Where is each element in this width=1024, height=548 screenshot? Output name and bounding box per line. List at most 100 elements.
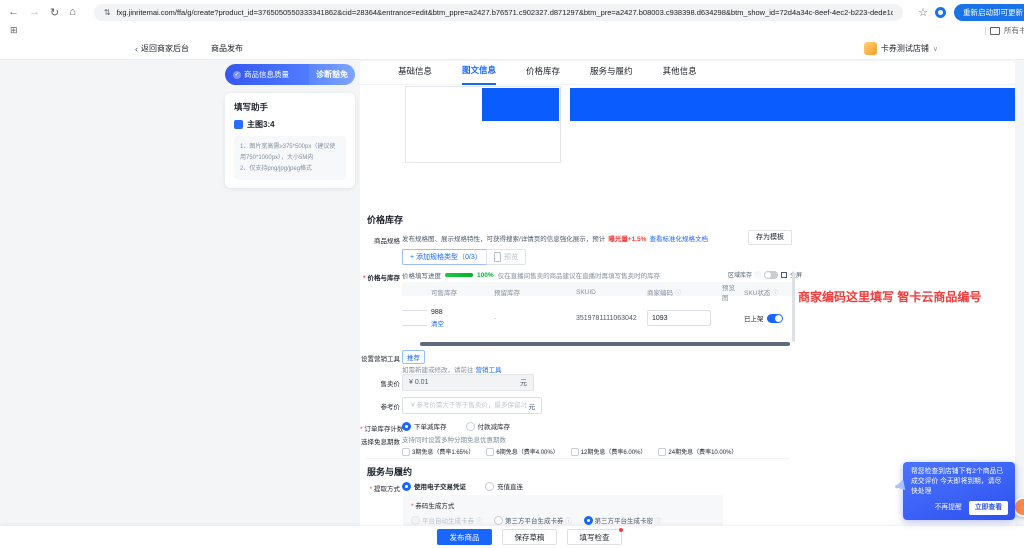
sku-status-toggle[interactable] — [767, 314, 783, 323]
helper-item-main-image[interactable]: 主图3:4 — [234, 119, 346, 130]
fullscreen-icon[interactable] — [781, 272, 787, 278]
interest-free-option[interactable]: 3期免息（费率1.65%） — [402, 447, 474, 456]
back-to-merchant-link[interactable]: ‹ 返回商家后台 — [135, 43, 189, 54]
section-title-service: 服务与履约 — [367, 465, 412, 478]
tab-price-stock[interactable]: 价格库存 — [526, 65, 560, 84]
shop-switcher[interactable]: 卡券测试店铺 ∨ — [864, 42, 938, 55]
spec-doc-link[interactable]: 查看标准化规格文档 — [649, 233, 708, 243]
reload-icon[interactable]: ↻ — [50, 6, 59, 19]
publish-product-button[interactable]: 发布商品 — [437, 529, 492, 545]
main-image-preview-box[interactable] — [405, 86, 561, 163]
fill-check-button[interactable]: 填写检查 — [567, 529, 622, 545]
radio-icon[interactable] — [466, 422, 475, 431]
progress-row: 价格填写进度 100% 仅在直播间售卖的商品建议在直播时再填写售卖时的库存 — [402, 270, 660, 280]
tab-basic-info[interactable]: 基础信息 — [398, 65, 432, 84]
tab-service-fulfillment[interactable]: 服务与履约 — [590, 65, 633, 84]
code-option-platform[interactable]: 平台自动生成卡券ⓘ — [411, 515, 482, 525]
ref-price-label: 参考价 — [360, 401, 400, 411]
address-bar[interactable]: ⇅ fxg.jinritemai.com/ffa/g/create?produc… — [94, 4, 903, 21]
clear-stock-link[interactable]: 清空 — [431, 318, 490, 328]
radio-selected-icon[interactable] — [402, 422, 411, 431]
sku-table: 可售库存 预留库存 SKUID 商家编码ⓘ 预览图 SKU状态ⓘ 988 清空 … — [402, 282, 792, 340]
detail-image-strip — [570, 88, 1015, 121]
fill-helper-card: 填写助手 主图3:4 1、图片宽高需≥375*500px（建议使用750*100… — [225, 93, 355, 188]
popup-text: 帮您检查到店铺下有2个商品已成交评价 今天即将到期，请尽快处理 — [911, 467, 1008, 498]
browser-profile-icon[interactable] — [935, 7, 946, 18]
spec-name-input[interactable] — [402, 310, 427, 326]
order-count-option-1[interactable]: 下单减库存 — [414, 421, 447, 431]
annotation-text: 商家编码这里填写 智卡云商品编号 — [798, 288, 981, 305]
horizontal-scrollbar[interactable] — [420, 342, 790, 346]
order-count-option-2[interactable]: 付款减库存 — [478, 421, 511, 431]
dismiss-button[interactable]: 不再提醒 — [935, 503, 962, 513]
inner-vertical-scrollbar[interactable] — [792, 272, 795, 342]
column-header: 商家编码ⓘ — [643, 287, 718, 297]
radio-icon[interactable] — [494, 516, 503, 525]
code-option-thirdparty-key[interactable]: 第三方平台生成卡密ⓘ — [584, 515, 662, 525]
checkbox-icon[interactable] — [571, 448, 579, 456]
sku-status-cell: 已上架 — [740, 313, 792, 323]
code-option-thirdparty-coupon[interactable]: 第三方平台生成卡券ⓘ — [494, 515, 572, 525]
tab-other-info[interactable]: 其他信息 — [663, 65, 697, 84]
stock-note: 仅在直播间售卖的商品建议在直播时再填写售卖时的库存 — [498, 270, 661, 280]
interest-free-options: 3期免息（费率1.65%） 6期免息（费率4.00%） 12期免息（费率6.00… — [402, 447, 737, 456]
sale-price-value: ¥ 0.01 — [409, 379, 520, 386]
quality-pill[interactable]: ✓ 商品信息质量 诊断豁免 — [225, 64, 355, 85]
helper-item-label: 主图3:4 — [247, 119, 275, 130]
sku-table-header: 可售库存 预留库存 SKUID 商家编码ⓘ 预览图 SKU状态ⓘ — [402, 282, 792, 296]
view-now-button[interactable]: 立即查看 — [969, 501, 1008, 515]
merchant-code-input[interactable] — [647, 310, 711, 326]
helper-tips: 1、图片宽高需≥375*500px（建议使用750*1000px），大小5M内 … — [234, 136, 346, 180]
save-draft-button[interactable]: 保存草稿 — [502, 529, 557, 545]
order-count-label: 订单库存计数 — [360, 423, 400, 433]
bookmark-star-icon[interactable]: ☆ — [918, 6, 928, 19]
browser-chrome: ← → ↻ ⌂ ⇅ fxg.jinritemai.com/ffa/g/creat… — [0, 0, 1024, 38]
forward-icon[interactable]: → — [29, 6, 40, 18]
home-icon[interactable]: ⌂ — [69, 6, 76, 18]
marketing-hint: 如需新建或修改，请前往 — [402, 364, 474, 374]
spec-desc: 发布规格图、展示规格特性，可获得搜索/详情页的信息强化展示，预计 — [402, 233, 605, 243]
interest-free-option[interactable]: 6期免息（费率4.00%） — [486, 447, 558, 456]
tab-image-text-info[interactable]: 图文信息 — [462, 64, 496, 85]
sku-status-label: 已上架 — [744, 313, 764, 323]
chrome-update-button[interactable]: 重新启动即可更新 — [954, 4, 1024, 21]
helper-title: 填写助手 — [234, 101, 346, 113]
fetch-option-direct[interactable]: 充值直连 — [497, 481, 523, 491]
all-bookmarks-button[interactable]: 所有书签 — [985, 25, 1024, 36]
checkbox-icon[interactable] — [402, 448, 410, 456]
radio-selected-icon[interactable] — [402, 482, 411, 491]
region-stock-toggle[interactable] — [764, 271, 778, 279]
marketing-label: 设置营销工具 — [360, 353, 400, 363]
radio-icon[interactable] — [485, 482, 494, 491]
interest-free-option[interactable]: 12期免息（费率6.00%） — [571, 447, 647, 456]
image-icon — [234, 120, 243, 129]
quality-pill-left: ✓ 商品信息质量 — [225, 64, 309, 85]
add-spec-type-button[interactable]: + 添加规格类型（0/3） — [402, 249, 490, 265]
helper-tip-2: 2、仅支持png/jpg/jpeg格式 — [240, 164, 340, 175]
checkbox-icon[interactable] — [658, 448, 666, 456]
marketing-tools-link[interactable]: 营销工具 — [476, 364, 502, 374]
skuid-cell: 3519781111063042 — [572, 315, 643, 322]
column-header: SKUID — [572, 289, 643, 296]
interest-free-hint: 支持同时设置多种分期免息优惠期数 — [402, 434, 506, 444]
apps-grid-icon[interactable]: ⊞ — [10, 25, 18, 36]
diagnosis-exemption-button[interactable]: 诊断豁免 — [309, 64, 355, 85]
sale-price-field: ¥ 0.01 元 — [402, 374, 534, 391]
spec-preview-button[interactable]: 预览 — [486, 249, 526, 265]
app-header: ‹ 返回商家后台 商品发布 卡券测试店铺 ∨ — [0, 38, 1024, 60]
ref-price-input[interactable] — [409, 401, 529, 410]
save-template-button[interactable]: 存为模板 — [748, 230, 792, 245]
back-icon[interactable]: ← — [8, 6, 19, 18]
interest-free-option[interactable]: 24期免息（费率10.00%） — [658, 447, 737, 456]
marketing-recommend-tag[interactable]: 推荐 — [402, 350, 425, 364]
radio-selected-icon[interactable] — [584, 516, 593, 525]
site-info-icon[interactable]: ⇅ — [104, 8, 111, 17]
notification-dot — [619, 528, 623, 532]
bookmarks-bar: ⊞ 所有书签 — [0, 24, 1024, 37]
info-icon: ⓘ — [566, 516, 572, 525]
checkbox-icon[interactable] — [486, 448, 494, 456]
phone-icon — [494, 252, 501, 262]
page-title: 商品发布 — [211, 43, 243, 54]
stock-value: 988 — [431, 309, 490, 316]
fetch-option-voucher[interactable]: 使用电子交易凭证 — [414, 481, 466, 491]
